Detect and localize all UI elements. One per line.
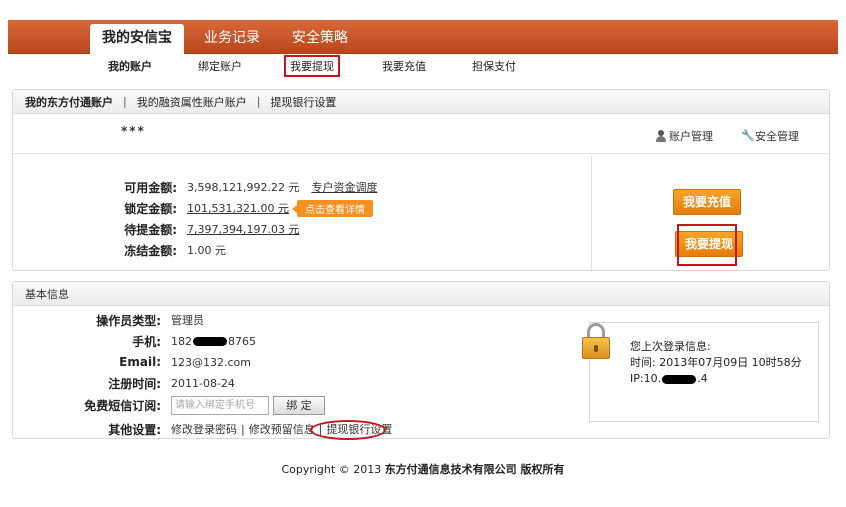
tab-dongfang-account[interactable]: 我的东方付通账户 — [25, 94, 113, 110]
account-links: 账户管理 🔧 安全管理 — [655, 128, 799, 144]
highlight-ellipse — [310, 420, 386, 440]
locked-label: 锁定金额: — [124, 201, 177, 216]
security-manage-link[interactable]: 🔧 安全管理 — [741, 128, 799, 144]
available-row: 可用金额: 3,598,121,992.22 元 专户资金调度 — [91, 177, 377, 197]
security-manage-label: 安全管理 — [755, 130, 799, 143]
pending-row: 待提金额: 7,397,394,197.03 元 — [91, 219, 299, 239]
last-login-time: 时间: 2013年07月09日 10时58分 — [630, 356, 802, 369]
view-details-tip[interactable]: 点击查看详情 — [291, 199, 373, 217]
other-settings-label: 其他设置: — [108, 422, 161, 437]
role-row: 操作员类型: 管理员 — [69, 310, 204, 330]
top-navigation-bar: 我的安信宝 业务记录 安全策略 — [8, 20, 838, 54]
bind-button[interactable]: 绑 定 — [273, 395, 325, 415]
role-label: 操作员类型: — [96, 313, 161, 328]
phone-suffix: 8765 — [228, 334, 256, 348]
user-icon — [655, 130, 667, 142]
ip-prefix: IP:10. — [630, 372, 662, 385]
sms-row: 免费短信订阅: 请输入绑定手机号 绑 定 — [69, 395, 325, 415]
ip-suffix: .4 — [697, 372, 708, 385]
recharge-button[interactable]: 我要充值 — [673, 189, 741, 215]
company-name: 东方付通信息技术有限公司 版权所有 — [384, 463, 565, 476]
tab-separator: | — [123, 95, 127, 108]
last-login-box: 您上次登录信息: 时间: 2013年07月09日 10时58分 IP:10. .4 — [582, 322, 819, 422]
change-reserved-info-link[interactable]: 修改预留信息 — [249, 423, 315, 436]
tab-withdraw-bank-settings[interactable]: 提现银行设置 — [270, 94, 336, 110]
balance-section: 可用金额: 3,598,121,992.22 元 专户资金调度 锁定金额: 10… — [13, 154, 591, 272]
sms-label: 免费短信订阅: — [84, 398, 161, 413]
basic-info-header: 基本信息 — [13, 282, 829, 306]
top-nav-tabs: 我的安信宝 业务记录 安全策略 — [90, 24, 368, 54]
link-separator: | — [241, 423, 245, 436]
email-label: Email: — [119, 355, 161, 369]
last-login-ip: IP:10. .4 — [630, 371, 802, 387]
change-password-link[interactable]: 修改登录密码 — [171, 423, 237, 436]
fund-dispatch-link[interactable]: 专户资金调度 — [311, 179, 377, 195]
account-panel: 我的东方付通账户 | 我的融资属性账户账户 | 提现银行设置 *** 账户管理 … — [12, 89, 830, 272]
vertical-divider — [591, 156, 592, 272]
account-header-row: *** 账户管理 🔧 安全管理 — [13, 114, 829, 154]
frozen-value: 1.00 元 — [187, 244, 226, 257]
email-value: 123@132.com — [171, 355, 251, 369]
masked-account-name: *** — [121, 124, 146, 138]
tab-my-anxinbao[interactable]: 我的安信宝 — [90, 24, 184, 54]
subnav-recharge[interactable]: 我要充值 — [378, 57, 430, 75]
sms-phone-input[interactable]: 请输入绑定手机号 — [171, 395, 269, 415]
wrench-icon: 🔧 — [741, 129, 755, 142]
subnav-bind-account[interactable]: 绑定账户 — [194, 57, 246, 75]
tab-separator: | — [256, 95, 261, 108]
tab-business-records[interactable]: 业务记录 — [192, 24, 272, 54]
redaction-mark — [193, 337, 227, 346]
redaction-mark — [662, 374, 697, 384]
pending-value-link[interactable]: 7,397,394,197.03 元 — [187, 221, 299, 237]
locked-value-link[interactable]: 101,531,321.00 元 — [187, 200, 289, 216]
frozen-row: 冻结金额: 1.00 元 — [91, 240, 226, 260]
tab-security-policy[interactable]: 安全策略 — [280, 24, 360, 54]
phone-label: 手机: — [132, 334, 161, 349]
pending-label: 待提金额: — [124, 222, 177, 237]
frozen-label: 冻结金额: — [124, 243, 177, 258]
phone-row: 手机: 182 8765 — [69, 331, 256, 351]
role-value: 管理员 — [171, 314, 204, 327]
email-row: Email: 123@132.com — [69, 352, 251, 372]
footer: Copyright © 2013 东方付通信息技术有限公司 版权所有 — [0, 461, 846, 477]
account-tabs: 我的东方付通账户 | 我的融资属性账户账户 | 提现银行设置 — [13, 90, 829, 114]
last-login-title: 您上次登录信息: — [630, 340, 711, 353]
locked-row: 锁定金额: 101,531,321.00 元 点击查看详情 — [91, 198, 373, 218]
sub-navigation: 我的账户 绑定账户 我要提现 我要充值 担保支付 — [60, 55, 558, 77]
lock-icon — [580, 323, 612, 359]
register-value: 2011-08-24 — [171, 376, 235, 390]
copyright-text: Copyright © 2013 — [281, 463, 385, 476]
tab-financing-account[interactable]: 我的融资属性账户账户 — [137, 94, 247, 110]
register-label: 注册时间: — [108, 376, 161, 391]
phone-prefix: 182 — [171, 334, 192, 348]
available-label: 可用金额: — [124, 180, 177, 195]
account-manage-link[interactable]: 账户管理 — [655, 128, 713, 144]
available-value: 3,598,121,992.22 元 — [187, 181, 300, 194]
register-row: 注册时间: 2011-08-24 — [69, 373, 235, 393]
subnav-guarantee-payment[interactable]: 担保支付 — [468, 57, 520, 75]
account-manage-label: 账户管理 — [669, 130, 713, 143]
basic-info-panel: 基本信息 操作员类型: 管理员 手机: 182 8765 Email: 123@1… — [12, 281, 830, 440]
last-login-text: 您上次登录信息: 时间: 2013年07月09日 10时58分 IP:10. .4 — [630, 339, 802, 387]
highlight-box — [677, 224, 737, 266]
subnav-my-account[interactable]: 我的账户 — [104, 57, 156, 75]
phone-value: 182 8765 — [171, 335, 256, 348]
subnav-withdraw[interactable]: 我要提现 — [284, 55, 340, 77]
